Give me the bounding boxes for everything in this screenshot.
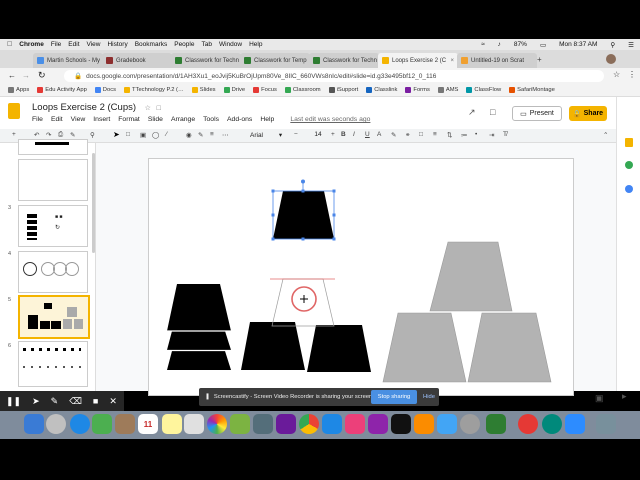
notes-icon[interactable] [162, 414, 182, 434]
screen-sharing-bar: ❚ Screencastify - Screen Video Recorder … [199, 388, 439, 406]
side-panel: ▸ [616, 97, 640, 401]
black-cup-left[interactable] [241, 322, 305, 370]
safari-icon[interactable] [70, 414, 90, 434]
grip-icon[interactable]: ❚ [205, 394, 210, 400]
contacts-icon[interactable] [115, 414, 135, 434]
expand-panel-icon[interactable]: ▸ [622, 391, 627, 402]
stop-sharing-button[interactable]: Stop sharing [371, 390, 417, 404]
keep-icon[interactable] [625, 138, 633, 147]
launchpad-icon[interactable] [46, 414, 66, 434]
photos-icon[interactable] [207, 414, 227, 434]
app-store-icon[interactable] [322, 414, 342, 434]
zoom-app-icon[interactable] [565, 414, 585, 434]
preview-icon[interactable] [92, 414, 112, 434]
finder-icon[interactable] [24, 414, 44, 434]
gray-cup-right[interactable] [467, 312, 552, 383]
cursor-icon[interactable]: ➤ [32, 396, 40, 407]
drag-cursor-icon [291, 286, 317, 312]
tv-icon[interactable] [391, 414, 411, 434]
music-icon[interactable] [345, 414, 365, 434]
gray-cup-top[interactable] [429, 241, 513, 312]
hide-button[interactable]: Hide [421, 390, 437, 404]
teal-app-icon[interactable] [542, 414, 562, 434]
trash-icon[interactable] [596, 414, 616, 434]
chrome-icon[interactable] [299, 414, 319, 434]
close-icon[interactable]: ✕ [109, 396, 117, 407]
camera-icon[interactable]: ■ [93, 396, 98, 406]
pause-icon[interactable]: ❚❚ [6, 396, 21, 407]
reminders-icon[interactable] [184, 414, 204, 434]
red-app-icon[interactable] [518, 414, 538, 434]
explore-slide-icon[interactable]: ▣ [595, 393, 604, 404]
imovie-icon[interactable] [253, 414, 273, 434]
podcasts-icon[interactable] [368, 414, 388, 434]
tasks-icon[interactable] [625, 161, 633, 169]
gray-cup-left[interactable] [382, 312, 467, 383]
star-app-icon[interactable] [276, 414, 296, 434]
facetime-icon[interactable] [230, 414, 250, 434]
calendar-icon[interactable]: 11 [138, 414, 158, 434]
sharing-message: Screencastify - Screen Video Recorder is… [213, 394, 374, 400]
eraser-icon[interactable]: ⌫ [69, 396, 82, 407]
black-cup-right[interactable] [307, 325, 371, 372]
system-preferences-icon[interactable] [460, 414, 480, 434]
app-icon[interactable] [437, 414, 457, 434]
books-icon[interactable] [414, 414, 434, 434]
green-app-icon[interactable] [486, 414, 506, 434]
pen-icon[interactable]: ✎ [51, 396, 59, 407]
screencastify-drawing-tools: ❚❚ ➤ ✎ ⌫ ■ ✕ [0, 391, 124, 411]
stacked-cups[interactable] [167, 284, 231, 370]
explore-icon[interactable] [625, 185, 633, 193]
